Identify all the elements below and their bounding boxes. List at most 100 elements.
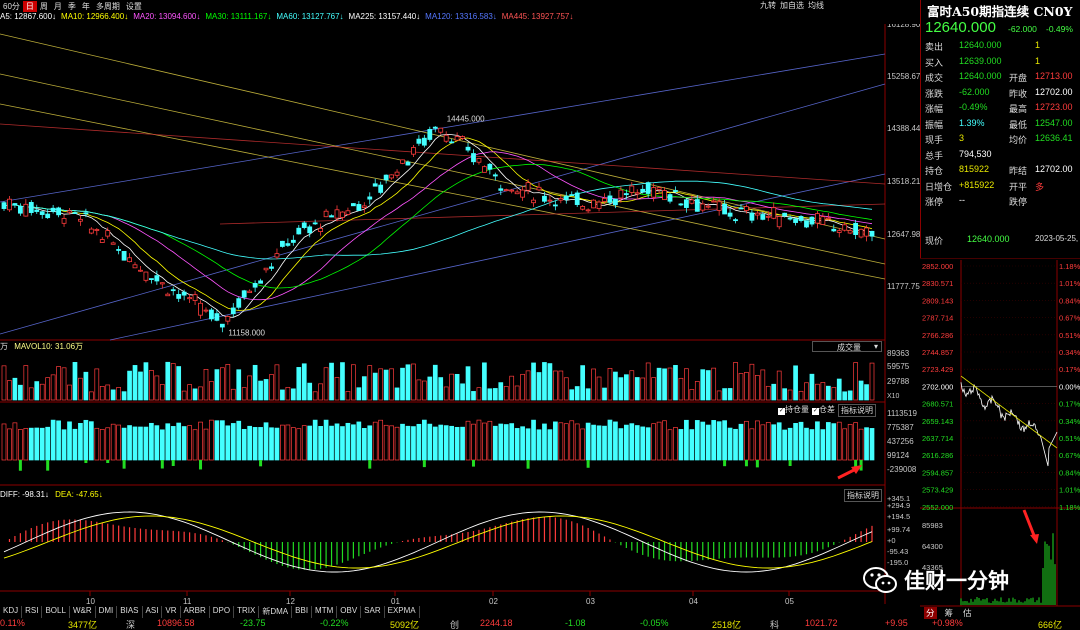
candle-body [443,134,449,142]
volume-bar [121,391,127,401]
indicator-tab-bias[interactable]: BIAS [117,606,143,618]
indicator-tab-kdj[interactable]: KDJ [0,606,23,618]
volume-bar [34,381,40,401]
period-tab-7[interactable]: 设置 [123,1,145,12]
volume-selector[interactable]: 成交量 ▾ [812,341,882,352]
oi-bar [214,420,220,461]
oi-help-button[interactable]: 指标说明 [838,404,876,417]
intraday-tab-2[interactable]: 估 [961,607,974,619]
quote-label: 昨收 [1009,88,1028,99]
indicator-tab-trix[interactable]: TRIX [234,606,260,618]
indicator-tab-expma[interactable]: EXPMA [385,606,420,618]
volume-bar [553,370,558,401]
oi-bar [258,427,263,461]
quote-value: 1 [1035,55,1041,66]
oi-bar [514,428,520,461]
price-axis-label: 14388.44 [887,124,920,133]
indicator-tab-新dma[interactable]: 新DMA [259,606,293,618]
oi-bar [121,427,127,461]
volume-bar [525,370,531,401]
oi-diff-bar [171,460,175,466]
indicator-tab-boll[interactable]: BOLL [42,606,70,618]
quote-row: 总手 794,530 [925,149,1080,162]
period-tab-5[interactable]: 年 [79,1,93,12]
oi-axis-label: 99124 [887,451,910,460]
volume-bar [351,364,356,401]
oi-bar [858,428,864,461]
volume-bar [209,381,214,401]
intraday-left-axis-label: 2659.143 [922,417,953,426]
candle-body [711,200,717,203]
volume-bar [301,363,307,401]
indicator-tab-bbi[interactable]: BBI [292,606,313,618]
candle-body [765,215,771,218]
oi-bar [694,420,700,461]
intraday-left-axis-label: 2852.000 [922,262,953,271]
candle-body [389,174,394,179]
oi-bar [334,423,340,461]
oi-bar [678,429,684,461]
indicator-tab-dpo[interactable]: DPO [210,606,235,618]
indicator-tab-arbr[interactable]: ARBR [181,606,210,618]
macd-help-button[interactable]: 指标说明 [844,489,882,502]
wechat-icon [863,567,897,593]
intraday-left-axis-label: 2702.000 [922,382,953,391]
oi-bar [836,421,842,461]
candle-body [667,194,673,202]
oi-bar [700,421,706,461]
volume-bar [329,362,334,401]
indicator-tab-obv[interactable]: OBV [337,606,362,618]
oi-bar [760,424,766,461]
ma-settings-button[interactable]: 均线 [808,0,824,11]
candle-body [503,189,509,192]
candle-body [460,136,465,139]
oi-bar [296,428,302,461]
volume-bar [230,388,236,401]
oi-bar [509,423,515,461]
candle-body [438,127,444,133]
period-tab-4[interactable]: 季 [65,1,79,12]
indicator-tab-mtm[interactable]: MTM [312,606,338,618]
jiuzhuan-button[interactable]: 九转 [760,0,776,11]
indicator-tab-vr[interactable]: VR [162,606,181,618]
quote-value: -- [959,195,965,205]
quote-row: 持仓 815922 昨结 12702.00 [925,164,1080,177]
main-chart[interactable]: 16128.90 15258.67 14388.44 13518.21 12647.98… [0,24,920,618]
oi-checkbox-label: 持仓量 [785,405,809,414]
volume-bar [684,368,689,401]
volume-bar [733,362,738,401]
volume-bars: 89363 59575 29788 X10 [1,349,910,401]
volume-bar [181,390,187,401]
period-tab-2[interactable]: 周 [37,1,51,12]
candle-body [825,217,831,220]
indicator-tab-dmi[interactable]: DMI [96,606,118,618]
period-tab-3[interactable]: 月 [51,1,65,12]
period-tab-0[interactable]: 60分 [0,1,23,12]
oi-bar [389,425,394,461]
intraday-tab-1[interactable]: 筹 [943,607,956,619]
oi-bar [61,429,67,461]
ma-line-5 [3,134,873,318]
oi-checkbox[interactable]: ✓持仓量 [778,404,809,417]
indicator-tab-asi[interactable]: ASI [143,606,163,618]
intraday-left-axis-label: 2637.714 [922,434,953,443]
candle-body [121,251,127,261]
period-tab-6[interactable]: 多周期 [93,1,123,12]
candle-body [329,215,334,218]
candle-body [263,267,269,271]
ma-legend-item: MA120: 13316.583↓ [425,12,497,21]
volume-bar [492,388,498,401]
quote-value: 815922 [959,164,990,174]
add-watchlist-button[interactable]: 加自选 [780,0,804,11]
indicator-tab-sar[interactable]: SAR [361,606,385,618]
intraday-right-axis-label: 0.84% [1059,468,1080,477]
period-tab-1[interactable]: 日 [22,0,37,12]
indicator-tab-rsi[interactable]: RSI [22,606,43,618]
price-axis-label: 15258.67 [887,72,920,81]
candle-body [356,204,362,211]
intraday-tab-0[interactable]: 分 [924,607,937,619]
candle-body [815,213,820,224]
indicator-tab-w&r[interactable]: W&R [70,606,96,618]
oi-diff-checkbox[interactable]: ✓仓差 [812,404,835,417]
volume-bar [443,386,449,401]
